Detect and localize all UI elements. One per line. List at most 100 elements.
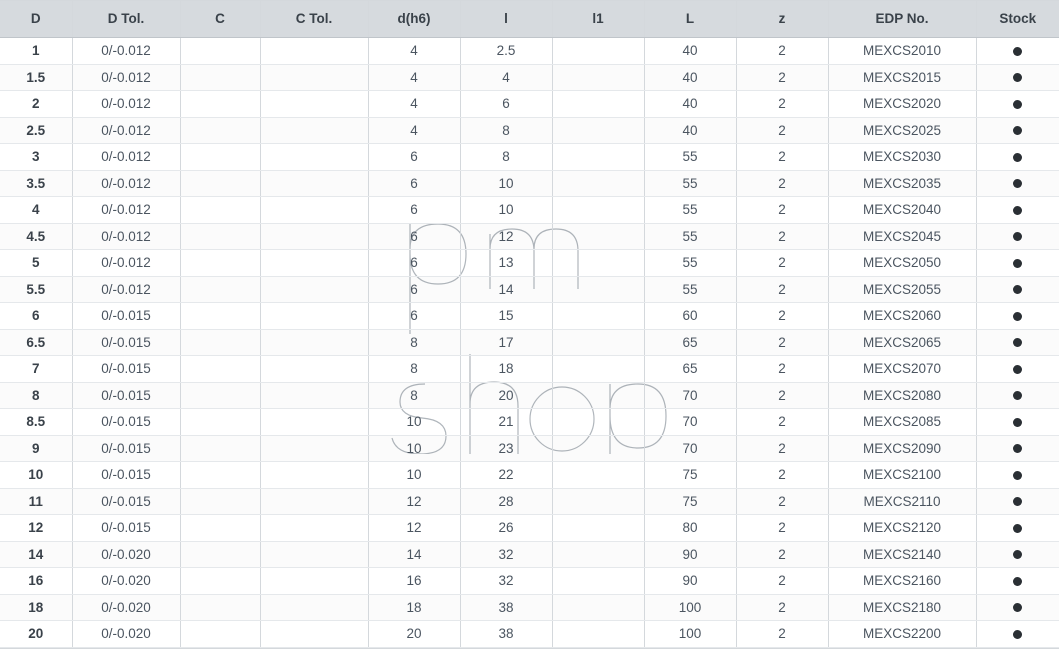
cell-D: 5 <box>0 250 72 277</box>
col-header-l1[interactable]: l1 <box>552 1 644 38</box>
table-row[interactable]: 60/-0.015615602MEXCS2060 <box>0 303 1059 330</box>
cell-L: 90 <box>644 568 736 595</box>
cell-CTol <box>260 223 368 250</box>
cell-l1 <box>552 64 644 91</box>
cell-dh6: 10 <box>368 462 460 489</box>
cell-l: 15 <box>460 303 552 330</box>
cell-z: 2 <box>736 462 828 489</box>
cell-CTol <box>260 91 368 118</box>
table-row[interactable]: 80/-0.015820702MEXCS2080 <box>0 382 1059 409</box>
cell-dh6: 4 <box>368 38 460 65</box>
table-row[interactable]: 50/-0.012613552MEXCS2050 <box>0 250 1059 277</box>
cell-EDP: MEXCS2010 <box>828 38 976 65</box>
table-row[interactable]: 5.50/-0.012614552MEXCS2055 <box>0 276 1059 303</box>
cell-l1 <box>552 541 644 568</box>
cell-z: 2 <box>736 329 828 356</box>
cell-l1 <box>552 250 644 277</box>
cell-EDP: MEXCS2040 <box>828 197 976 224</box>
cell-C <box>180 117 260 144</box>
cell-stock <box>976 356 1059 383</box>
cell-DTol: 0/-0.015 <box>72 462 180 489</box>
cell-C <box>180 594 260 621</box>
col-header-L[interactable]: L <box>644 1 736 38</box>
cell-stock <box>976 435 1059 462</box>
table-row[interactable]: 40/-0.012610552MEXCS2040 <box>0 197 1059 224</box>
col-header-dh6[interactable]: d(h6) <box>368 1 460 38</box>
cell-dh6: 6 <box>368 250 460 277</box>
in-stock-icon <box>1013 312 1022 321</box>
cell-DTol: 0/-0.012 <box>72 117 180 144</box>
in-stock-icon <box>1013 100 1022 109</box>
cell-D: 14 <box>0 541 72 568</box>
table-row[interactable]: 120/-0.0151226802MEXCS2120 <box>0 515 1059 542</box>
cell-C <box>180 197 260 224</box>
col-header-CTol[interactable]: C Tol. <box>260 1 368 38</box>
cell-L: 40 <box>644 38 736 65</box>
cell-z: 2 <box>736 541 828 568</box>
col-header-D[interactable]: D <box>0 1 72 38</box>
table-row[interactable]: 200/-0.02020381002MEXCS2200 <box>0 621 1059 648</box>
cell-C <box>180 144 260 171</box>
in-stock-icon <box>1013 577 1022 586</box>
in-stock-icon <box>1013 550 1022 559</box>
table-row[interactable]: 110/-0.0151228752MEXCS2110 <box>0 488 1059 515</box>
cell-CTol <box>260 409 368 436</box>
table-row[interactable]: 10/-0.01242.5402MEXCS2010 <box>0 38 1059 65</box>
col-header-z[interactable]: z <box>736 1 828 38</box>
cell-C <box>180 541 260 568</box>
cell-l: 10 <box>460 197 552 224</box>
table-row[interactable]: 160/-0.0201632902MEXCS2160 <box>0 568 1059 595</box>
cell-dh6: 8 <box>368 356 460 383</box>
cell-L: 40 <box>644 91 736 118</box>
cell-stock <box>976 594 1059 621</box>
cell-l: 26 <box>460 515 552 542</box>
col-header-Stock[interactable]: Stock <box>976 1 1059 38</box>
cell-C <box>180 568 260 595</box>
table-row[interactable]: 100/-0.0151022752MEXCS2100 <box>0 462 1059 489</box>
col-header-l[interactable]: l <box>460 1 552 38</box>
in-stock-icon <box>1013 365 1022 374</box>
cell-dh6: 10 <box>368 409 460 436</box>
table-row[interactable]: 6.50/-0.015817652MEXCS2065 <box>0 329 1059 356</box>
col-header-DTol[interactable]: D Tol. <box>72 1 180 38</box>
in-stock-icon <box>1013 285 1022 294</box>
table-row[interactable]: 2.50/-0.01248402MEXCS2025 <box>0 117 1059 144</box>
cell-stock <box>976 223 1059 250</box>
cell-z: 2 <box>736 170 828 197</box>
cell-z: 2 <box>736 382 828 409</box>
table-row[interactable]: 1.50/-0.01244402MEXCS2015 <box>0 64 1059 91</box>
table-row[interactable]: 180/-0.02018381002MEXCS2180 <box>0 594 1059 621</box>
cell-CTol <box>260 144 368 171</box>
cell-l1 <box>552 594 644 621</box>
cell-D: 2 <box>0 91 72 118</box>
cell-CTol <box>260 435 368 462</box>
table-row[interactable]: 20/-0.01246402MEXCS2020 <box>0 91 1059 118</box>
cell-l1 <box>552 223 644 250</box>
cell-CTol <box>260 170 368 197</box>
cell-CTol <box>260 515 368 542</box>
cell-DTol: 0/-0.015 <box>72 329 180 356</box>
col-header-EDP[interactable]: EDP No. <box>828 1 976 38</box>
cell-stock <box>976 409 1059 436</box>
cell-DTol: 0/-0.020 <box>72 568 180 595</box>
table-row[interactable]: 4.50/-0.012612552MEXCS2045 <box>0 223 1059 250</box>
table-row[interactable]: 90/-0.0151023702MEXCS2090 <box>0 435 1059 462</box>
cell-EDP: MEXCS2015 <box>828 64 976 91</box>
cell-CTol <box>260 64 368 91</box>
cell-l1 <box>552 197 644 224</box>
cell-D: 9 <box>0 435 72 462</box>
cell-D: 8.5 <box>0 409 72 436</box>
table-row[interactable]: 8.50/-0.0151021702MEXCS2085 <box>0 409 1059 436</box>
col-header-C[interactable]: C <box>180 1 260 38</box>
table-row[interactable]: 30/-0.01268552MEXCS2030 <box>0 144 1059 171</box>
table-row[interactable]: 3.50/-0.012610552MEXCS2035 <box>0 170 1059 197</box>
cell-D: 4 <box>0 197 72 224</box>
table-row[interactable]: 70/-0.015818652MEXCS2070 <box>0 356 1059 383</box>
cell-C <box>180 64 260 91</box>
table-row[interactable]: 140/-0.0201432902MEXCS2140 <box>0 541 1059 568</box>
cell-l1 <box>552 170 644 197</box>
cell-EDP: MEXCS2110 <box>828 488 976 515</box>
cell-L: 65 <box>644 356 736 383</box>
cell-z: 2 <box>736 117 828 144</box>
cell-EDP: MEXCS2080 <box>828 382 976 409</box>
